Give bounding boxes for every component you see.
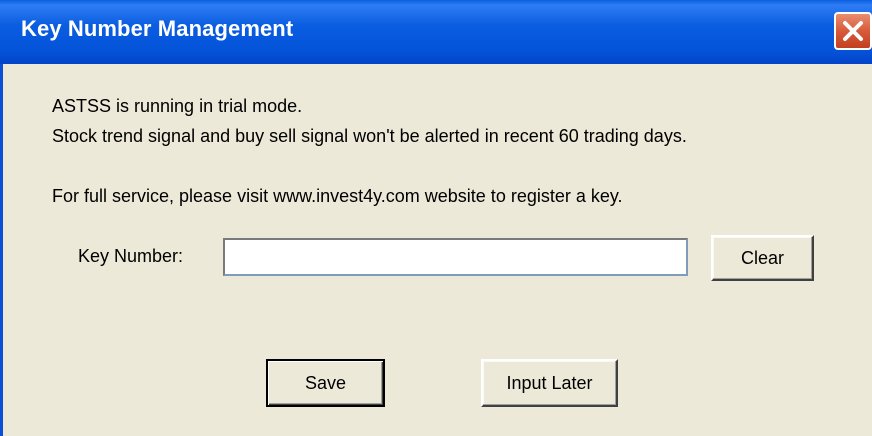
save-button[interactable]: Save <box>266 359 385 407</box>
close-icon <box>843 21 863 41</box>
register-info-message: For full service, please visit www.inves… <box>52 186 623 206</box>
signal-warning-message: Stock trend signal and buy sell signal w… <box>52 126 687 146</box>
close-button[interactable] <box>834 12 872 50</box>
key-number-label: Key Number: <box>78 246 184 266</box>
input-later-button[interactable]: Input Later <box>481 359 618 407</box>
trial-mode-message: ASTSS is running in trial mode. <box>52 96 303 116</box>
key-number-input[interactable] <box>223 238 688 276</box>
key-number-management-dialog: Key Number Management ASTSS is running i… <box>0 0 872 436</box>
clear-button[interactable]: Clear <box>711 235 814 281</box>
title-bar[interactable]: Key Number Management <box>0 0 872 64</box>
window-left-border <box>0 64 3 436</box>
window-title: Key Number Management <box>21 16 294 41</box>
